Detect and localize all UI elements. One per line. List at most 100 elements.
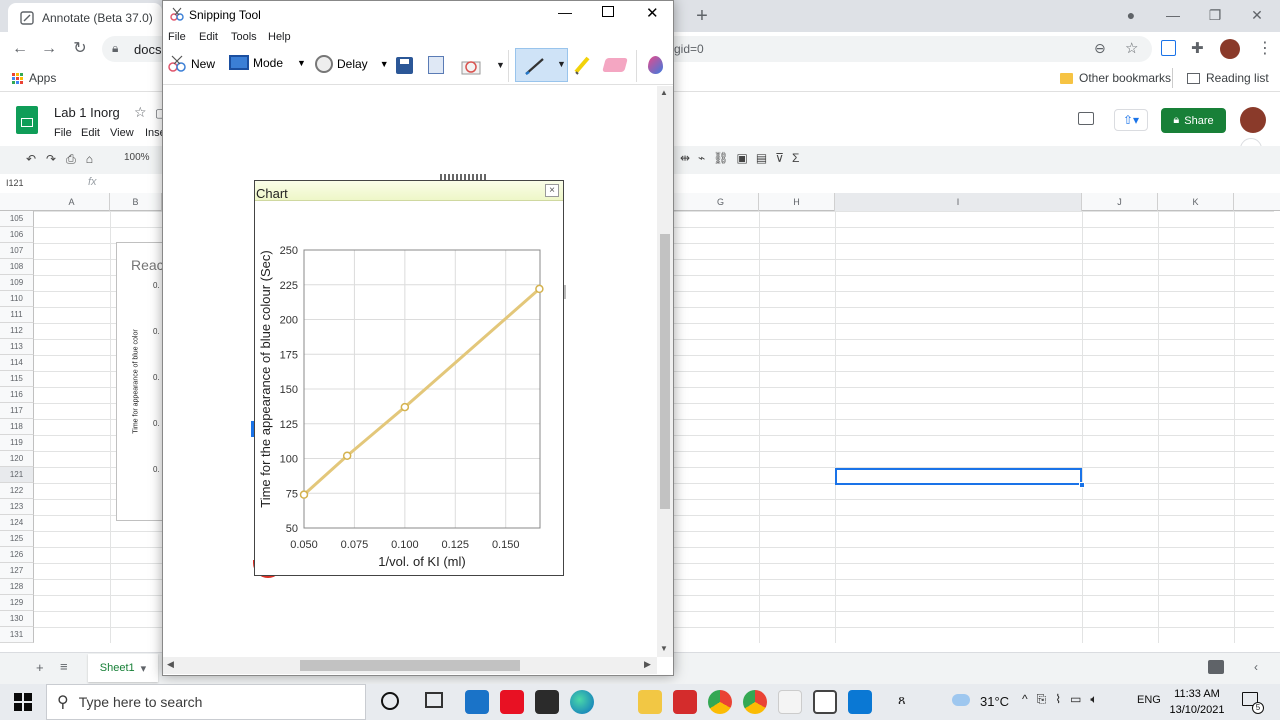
forward-icon[interactable]: →	[38, 38, 60, 60]
weather-temperature[interactable]: 31°C	[980, 694, 1009, 709]
row-header[interactable]: 112	[0, 323, 34, 339]
toolbar-right-icons[interactable]: ⇹⌁⛓▣▤⊽Σ	[680, 151, 807, 165]
present-icon[interactable]: ⇧▾	[1114, 109, 1148, 131]
windows-start-icon[interactable]	[14, 693, 32, 711]
row-header[interactable]: 107	[0, 243, 34, 259]
chrome-menu-icon[interactable]: ⋮	[1257, 38, 1273, 58]
row-header[interactable]: 126	[0, 547, 34, 563]
row-header[interactable]: 125	[0, 531, 34, 547]
scroll-left-icon[interactable]: ◀	[167, 659, 174, 670]
star-icon[interactable]: ☆	[134, 104, 147, 121]
extensions-puzzle-icon[interactable]: ✚	[1191, 39, 1204, 57]
col-header-a[interactable]: A	[34, 193, 110, 211]
paint3d-icon[interactable]	[648, 56, 663, 74]
snip-maximize-icon[interactable]	[602, 6, 614, 17]
restore-icon[interactable]: ❐	[1194, 0, 1236, 30]
row-header[interactable]: 116	[0, 387, 34, 403]
row-header[interactable]: 111	[0, 307, 34, 323]
undo-redo-print-paint-icons[interactable]: ↶↷⎙⌂	[26, 152, 103, 167]
row-header[interactable]: 106	[0, 227, 34, 243]
share-button[interactable]: 🔒︎ Share	[1161, 108, 1226, 133]
bookmark-star-icon[interactable]: ☆	[1125, 39, 1138, 57]
profile-dropdown-icon[interactable]: ●	[1110, 0, 1152, 30]
scroll-up-icon[interactable]: ▲	[660, 88, 668, 97]
row-header[interactable]: 118	[0, 419, 34, 435]
document-title[interactable]: Lab 1 Inorg	[54, 105, 120, 120]
chart-close-icon[interactable]: ×	[545, 184, 559, 197]
copy-icon[interactable]	[428, 56, 444, 74]
row-header[interactable]: 110	[0, 291, 34, 307]
snip-menu-edit[interactable]: Edit	[199, 31, 218, 43]
chrome-profile-app-icon[interactable]	[743, 690, 767, 714]
window-app-icon[interactable]	[813, 690, 837, 714]
mode-button[interactable]: Mode ▼	[229, 55, 306, 70]
sheets-menu-view[interactable]: View	[110, 127, 134, 139]
send-snip-dropdown-icon[interactable]: ▼	[496, 60, 505, 70]
profile-avatar[interactable]	[1220, 39, 1240, 59]
col-header-g[interactable]: G	[683, 193, 759, 211]
weather-cloud-icon[interactable]	[952, 694, 970, 706]
delay-button[interactable]: Delay ▼	[315, 55, 389, 73]
save-icon[interactable]	[396, 57, 413, 74]
store-app-icon[interactable]	[535, 690, 559, 714]
cortana-icon[interactable]	[381, 692, 399, 710]
comments-icon[interactable]	[1078, 112, 1094, 125]
task-view-icon[interactable]	[425, 692, 443, 708]
row-header[interactable]: 120	[0, 451, 34, 467]
close-icon[interactable]: ✕	[1236, 0, 1278, 30]
snip-minimize-icon[interactable]: —	[558, 4, 572, 20]
row-header[interactable]: 124	[0, 515, 34, 531]
extension-docs-icon[interactable]	[1161, 40, 1176, 56]
minimize-icon[interactable]: —	[1152, 0, 1194, 30]
vivaldi-app-icon[interactable]	[673, 690, 697, 714]
reading-list[interactable]: Reading list	[1187, 71, 1269, 85]
reload-icon[interactable]: ↻	[69, 38, 91, 60]
blue-app-icon[interactable]	[848, 690, 872, 714]
sheet-tab[interactable]: Sheet1 ▾	[88, 654, 158, 682]
col-header-i[interactable]: I	[835, 193, 1082, 211]
row-header[interactable]: 119	[0, 435, 34, 451]
system-tray-icons[interactable]: ^⎘⌇▭🔈︎	[1022, 692, 1107, 707]
snip-close-icon[interactable]: ✕	[646, 4, 659, 22]
all-sheets-icon[interactable]: ≡	[60, 659, 68, 674]
row-header[interactable]: 131	[0, 627, 34, 643]
people-icon[interactable]: ጸ	[898, 692, 906, 708]
chrome-app-icon[interactable]	[708, 690, 732, 714]
col-header-b[interactable]: B	[110, 193, 162, 211]
row-header[interactable]: 129	[0, 595, 34, 611]
horizontal-scroll-thumb[interactable]	[300, 660, 520, 671]
zoom-select[interactable]: 100%	[124, 152, 150, 163]
selected-cell[interactable]	[835, 468, 1082, 485]
row-header[interactable]: 109	[0, 275, 34, 291]
name-box[interactable]: I121	[6, 178, 24, 188]
fill-handle[interactable]	[1079, 482, 1085, 488]
user-avatar[interactable]	[1240, 107, 1266, 133]
send-snip-icon[interactable]	[460, 57, 484, 75]
snipping-tool-taskbar-icon[interactable]	[778, 690, 802, 714]
collapse-side-icon[interactable]: ‹	[1254, 660, 1258, 674]
new-snip-button[interactable]: New	[167, 55, 215, 73]
sheets-logo-icon[interactable]	[16, 106, 38, 134]
apps-bookmark[interactable]: Apps	[12, 71, 56, 85]
taskbar-clock[interactable]: 11:33 AM 13/10/2021	[1160, 686, 1234, 718]
scroll-down-icon[interactable]: ▼	[660, 644, 668, 653]
mail-app-icon[interactable]	[465, 690, 489, 714]
back-icon[interactable]: ←	[9, 38, 31, 60]
gift-app-icon[interactable]	[500, 690, 524, 714]
col-header-j[interactable]: J	[1082, 193, 1158, 211]
sheets-menu-edit[interactable]: Edit	[81, 127, 100, 139]
scroll-right-icon[interactable]: ▶	[644, 659, 651, 670]
other-bookmarks[interactable]: Other bookmarks	[1060, 71, 1171, 85]
snip-menu-help[interactable]: Help	[268, 31, 291, 43]
snip-menu-file[interactable]: File	[168, 31, 186, 43]
horizontal-scrollbar[interactable]: ◀ ▶	[163, 657, 657, 674]
vertical-scroll-thumb[interactable]	[660, 234, 670, 509]
row-header[interactable]: 130	[0, 611, 34, 627]
highlighter-icon[interactable]	[572, 54, 594, 76]
edge-browser-icon[interactable]	[570, 690, 594, 714]
row-header[interactable]: 105	[0, 211, 34, 227]
row-header[interactable]: 117	[0, 403, 34, 419]
row-header[interactable]: 114	[0, 355, 34, 371]
explore-icon[interactable]	[1208, 660, 1224, 674]
row-header[interactable]: 121	[0, 467, 34, 483]
